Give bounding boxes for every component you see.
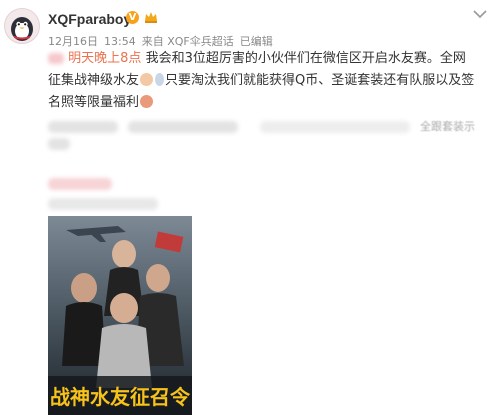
poster-title: 战神水友征召令: [50, 385, 191, 409]
partial-blurred-text: 全跟套装示: [420, 120, 475, 133]
blurred-text: [128, 121, 238, 133]
gift-emoji-icon: [140, 95, 154, 108]
time-highlight: 明天晚上8点: [68, 51, 142, 66]
blurred-text: [48, 178, 112, 190]
post-time[interactable]: 13:54: [104, 35, 136, 48]
poster-graphic: 战神水友征召令: [48, 216, 192, 415]
avatar[interactable]: [4, 8, 40, 44]
blurred-text: [48, 138, 70, 150]
post-text-line: 明天晚上8点 我会和3位超厉害的小伙伴们在微信区开启水友赛。全网征集战神级水友只…: [48, 48, 478, 114]
blurred-emoji: [48, 53, 64, 64]
blurred-text: [48, 198, 158, 210]
post-image[interactable]: 战神水友征召令: [48, 216, 192, 415]
crown-icon: [145, 12, 157, 23]
emoji-icon: [140, 73, 154, 86]
author-name[interactable]: XQFparaboy: [48, 11, 131, 27]
post-date[interactable]: 12月16日: [48, 35, 98, 48]
blurred-text: [260, 121, 410, 133]
edited-label[interactable]: 已编辑: [240, 35, 273, 48]
post-source[interactable]: 来自 XQF伞兵超话: [142, 35, 234, 48]
verified-icon: V: [126, 11, 139, 24]
blurred-text: [48, 121, 118, 133]
post-meta: 12月16日 13:54 来自 XQF伞兵超话 已编辑: [48, 33, 279, 49]
penguin-avatar-icon: [11, 17, 33, 41]
post-content: 明天晚上8点 我会和3位超厉害的小伙伴们在微信区开启水友赛。全网征集战神级水友只…: [48, 48, 478, 114]
chevron-down-icon[interactable]: [472, 8, 488, 20]
music-emoji-icon: [155, 73, 165, 86]
